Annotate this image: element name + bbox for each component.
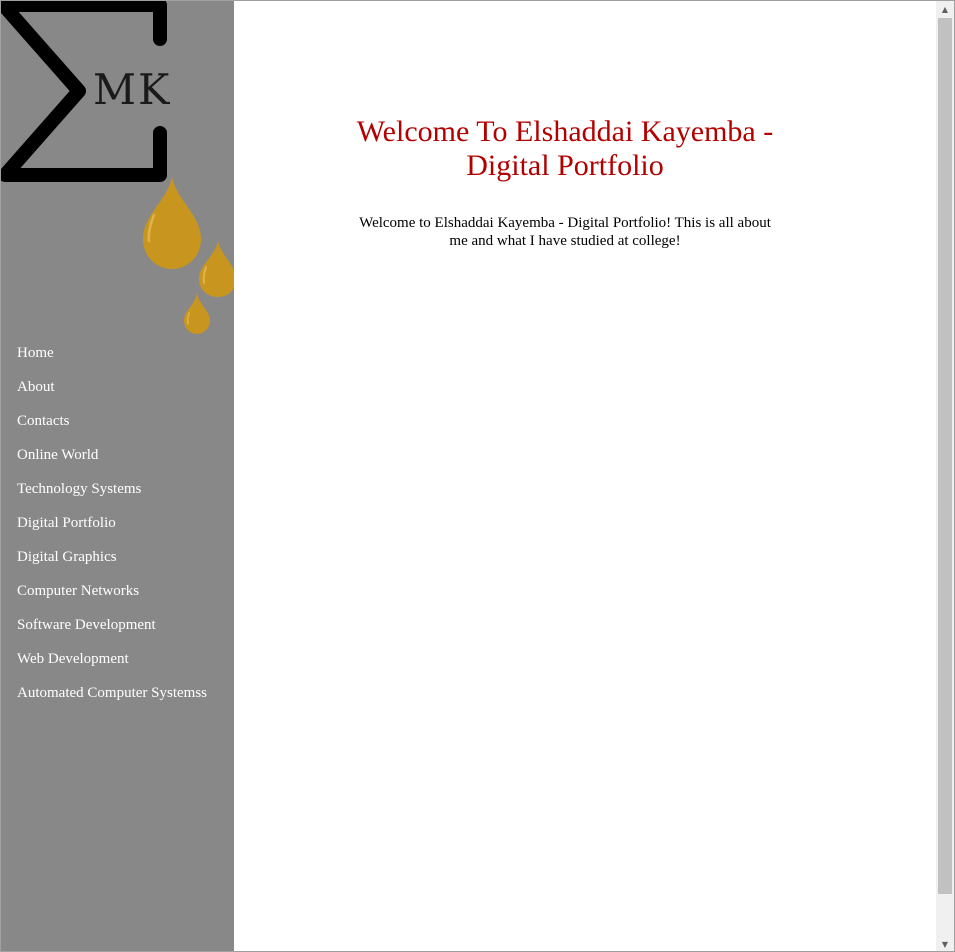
main-content: Welcome To Elshaddai Kayemba - Digital P… [235,1,934,951]
sidebar-nav: Home About Contacts Online World Technol… [17,344,217,718]
nav-item-digital-portfolio[interactable]: Digital Portfolio [17,514,217,533]
scroll-up-arrow-icon[interactable]: ▲ [936,1,954,18]
page-title: Welcome To Elshaddai Kayemba - Digital P… [356,115,774,182]
intro-paragraph: Welcome to Elshaddai Kayemba - Digital P… [359,215,771,249]
nav-item-software-development[interactable]: Software Development [17,616,217,635]
browser-viewport: MK Home About Contacts Online World Tech… [0,0,955,952]
nav-item-online-world[interactable]: Online World [17,446,217,465]
nav-item-web-development[interactable]: Web Development [17,650,217,669]
site-logo[interactable]: MK [1,1,234,336]
logo-text: MK [93,65,172,114]
sigma-logo-icon [1,1,234,334]
nav-item-automated-computer-systems[interactable]: Automated Computer Systemss [17,684,217,703]
vertical-scrollbar[interactable]: ▲ ▼ [936,1,954,951]
small-drop [184,293,210,334]
scroll-down-arrow-icon[interactable]: ▼ [936,936,954,951]
nav-item-computer-networks[interactable]: Computer Networks [17,582,217,601]
sidebar: MK Home About Contacts Online World Tech… [1,1,234,951]
medium-drop [199,241,234,297]
nav-item-about[interactable]: About [17,378,217,397]
scroll-thumb[interactable] [938,18,952,894]
nav-item-home[interactable]: Home [17,344,217,363]
nav-item-digital-graphics[interactable]: Digital Graphics [17,548,217,567]
nav-item-technology-systems[interactable]: Technology Systems [17,480,217,499]
nav-item-contacts[interactable]: Contacts [17,412,217,431]
